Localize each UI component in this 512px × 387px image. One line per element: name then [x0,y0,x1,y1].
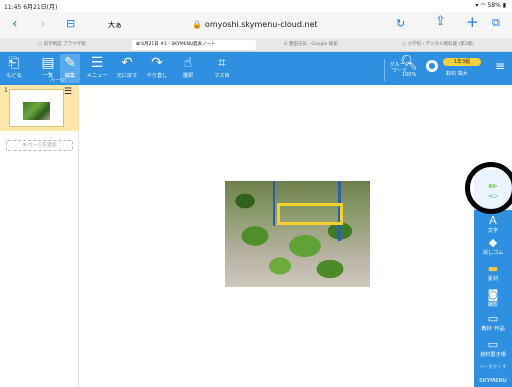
zoom-button[interactable]: 🔍︎ 100% [398,54,420,83]
tab-1[interactable]: ▢ 就学制度 ブラウザ版 [38,40,126,50]
page-thumbnail[interactable] [9,89,64,127]
reader-toggle[interactable]: 大ぁ [108,20,122,30]
camera-tool-button[interactable]: ◙ 撮影 [474,288,512,308]
resource-tool-button[interactable]: ▭ 資料置き場 [474,338,512,358]
photo-pole [273,181,275,226]
pointer-icon: ☝ [183,55,193,71]
select-button[interactable]: ☝ 選択 [178,54,198,83]
thumbnail-photo [23,102,50,120]
page-thumbnail-row[interactable]: 1 ☰ [0,85,79,131]
text-tool-button[interactable]: Ａ 文字 [474,214,512,234]
status-time: 11:45 6月21日(月) [4,4,58,11]
folder-icon: ▬ [487,262,499,275]
undo-button[interactable]: ↶ 元に戻す [114,54,140,83]
folder-icon: ▭ [487,312,499,325]
grid-button[interactable]: ⌗ マス目 [210,54,234,83]
back-button[interactable]: ⎗ もどる [4,54,24,83]
hide-bar-button[interactable]: バーをかくす [474,364,512,370]
add-page-button[interactable]: ⊕ ページを追加 [6,140,73,151]
grid-icon: ⌗ [218,55,226,71]
material-tool-button[interactable]: ▬ 素材 [474,262,512,282]
page-number: 1 [4,87,8,94]
back-arrow-icon[interactable]: ‹ [12,17,18,31]
brand-logo: SKYMENU [479,378,507,384]
tab-2-active[interactable]: ⊠ 6月21日 #1 - SKYMENU発表ノート [132,40,256,50]
eraser-icon: ◆ [488,236,498,249]
class-badge: 1年3組 [443,58,481,66]
user-name: 鈴石 祐大 [446,71,468,77]
thumbnail-menu-icon[interactable]: ☰ [64,88,72,97]
back-icon: ⎗ [8,55,20,71]
tabs-overview-icon[interactable]: ⧉ [492,16,500,30]
url-text: omyoshi.skymenu-cloud.net [204,20,318,29]
page-label: ページ [50,78,65,84]
menu-button[interactable]: ☰ メニュー [86,54,108,83]
text-icon: Ａ [487,214,499,227]
battery-indicator: ▾ ◠ 58% ▮ [475,2,506,9]
new-tab-icon[interactable]: + [466,15,479,30]
edit-icon: ✎ [64,55,76,71]
status-bar: 11:45 6月21日(月) ▾ ◠ 58% ▮ [0,0,512,12]
works-tool-button[interactable]: ▭ 教材･作品 [474,312,512,332]
url-bar[interactable]: 🔒 omyoshi.skymenu-cloud.net [160,17,350,33]
page-panel: 1 ☰ ⊕ ページを追加 [0,85,79,387]
eraser-tool-button[interactable]: ◆ 消しゴム [474,236,512,256]
browser-tabs: ▢ 就学制度 ブラウザ版 ⊠ 6月21日 #1 - SKYMENU発表ノート G… [0,38,512,52]
browser-bar: ‹ › ⊟ 大ぁ 🔒 omyoshi.skymenu-cloud.net ↻ ⇪… [0,12,512,38]
list-icon: ▤ [41,55,55,71]
app-toolbar: ⎗ もどる ▤ 一覧 ✎ 編集 ページ ☰ メニュー ↶ 元に戻す ↷ やり直し ☝ 選択 ⌗… [0,52,512,85]
highlight-circle [465,162,512,214]
redo-button[interactable]: ↷ やり直し [144,54,170,83]
book-icon: ▭ [487,338,499,351]
bookmarks-icon[interactable]: ⊟ [66,17,75,31]
tab-4[interactable]: ▢ 小学校・デジタル教科書 (第3版) [402,40,510,50]
photo-yellow-frame [277,203,343,225]
plant-photo[interactable] [225,181,370,287]
menu-icon: ☰ [90,55,104,71]
search-icon: 🔍︎ [400,55,418,71]
share-icon[interactable]: ⇪ [435,15,446,29]
camera-icon: ◙ [487,288,499,301]
forward-arrow-icon[interactable]: › [40,17,46,31]
reload-icon[interactable]: ↻ [396,17,405,31]
user-avatar-icon[interactable]: ● [426,60,438,72]
redo-icon: ↷ [151,55,163,71]
tab-3[interactable]: G 豊田天気 - Google 検索 [284,40,384,50]
more-menu-icon[interactable]: ≡ [495,59,505,73]
undo-icon: ↶ [121,55,133,71]
